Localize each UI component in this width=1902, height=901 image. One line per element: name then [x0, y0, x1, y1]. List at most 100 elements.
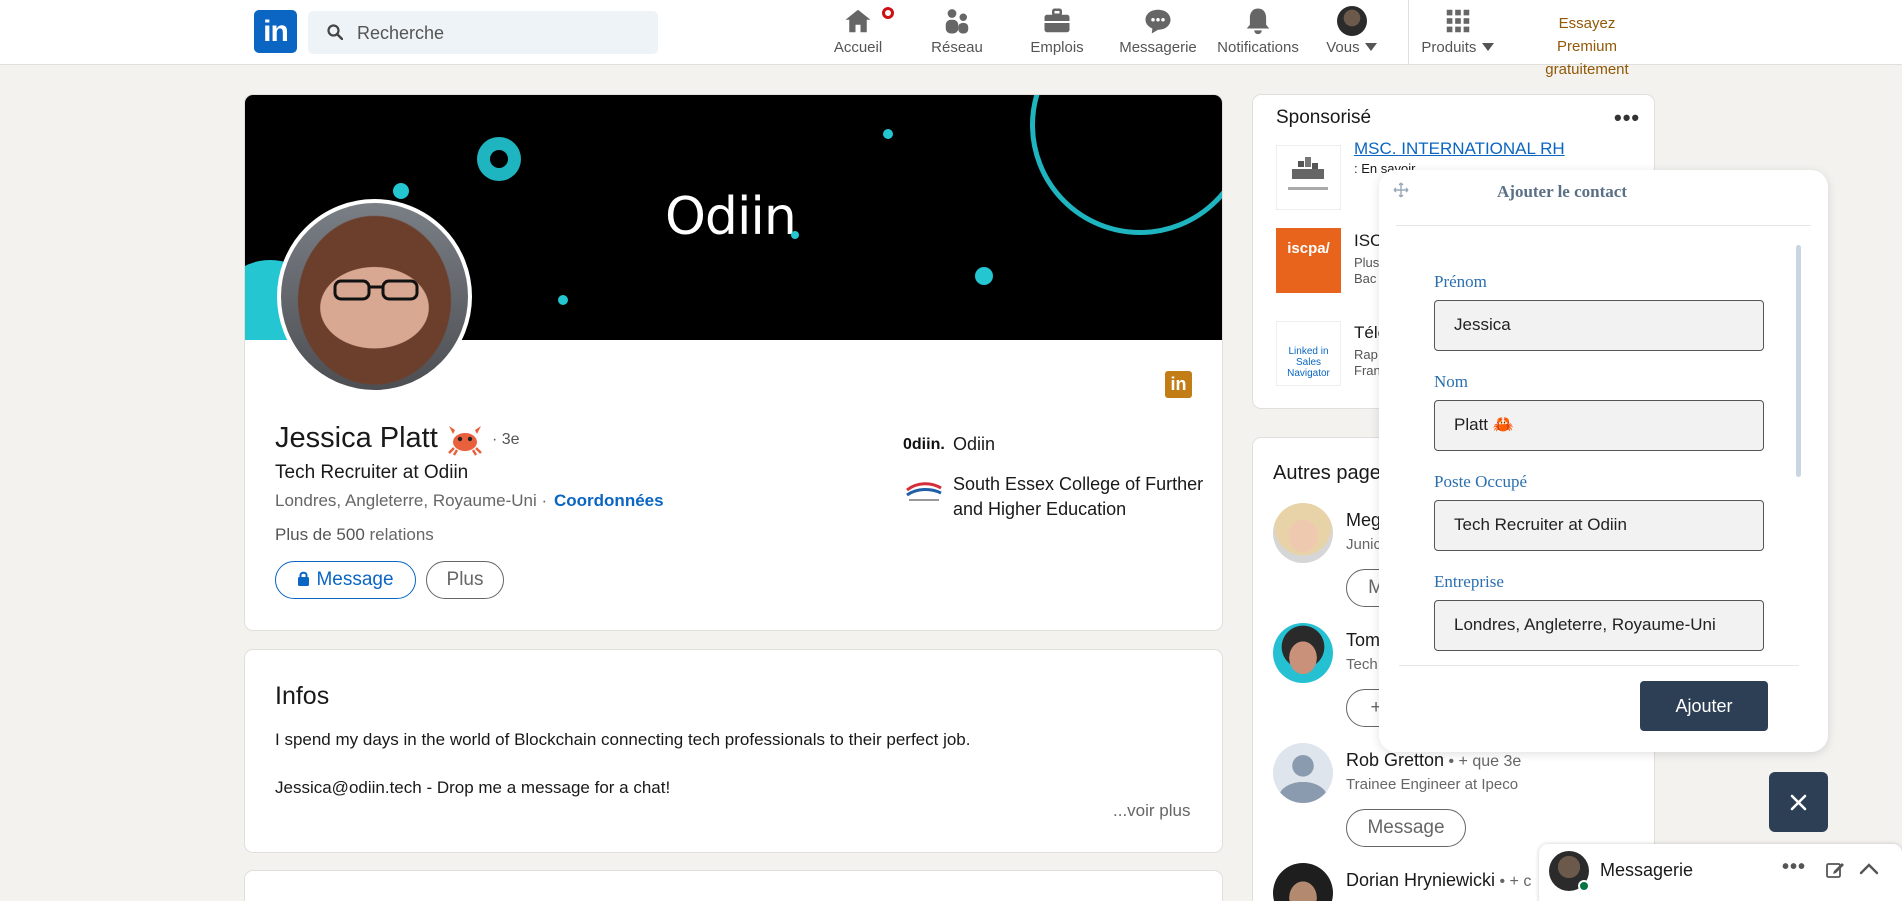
nav-item-me[interactable]: Vous	[1322, 6, 1382, 60]
avatar	[1337, 6, 1367, 36]
linkedin-badge-icon[interactable]: in	[1165, 371, 1192, 398]
company-field[interactable]: Londres, Angleterre, Royaume-Uni	[1434, 600, 1764, 651]
last-name-label: Nom	[1434, 372, 1468, 391]
modal-scrollbar[interactable]	[1796, 245, 1801, 477]
close-icon	[1790, 794, 1807, 811]
first-name-label: Prénom	[1434, 272, 1487, 291]
ad-logo-iscpa-text: iscpa/	[1287, 240, 1330, 257]
more-options-icon[interactable]: •••	[1614, 105, 1640, 131]
add-contact-button[interactable]: Ajouter	[1640, 681, 1768, 731]
nav-item-home[interactable]: Accueil	[828, 5, 896, 60]
connection-degree: · 3e	[492, 431, 520, 448]
message-button-label: Message	[316, 569, 394, 590]
school-logo	[906, 482, 942, 501]
nav-label-notifications: Notifications	[1217, 39, 1299, 56]
premium-line-2: gratuitement	[1545, 61, 1629, 78]
person-name[interactable]: Tom	[1346, 630, 1380, 651]
person-photo-placeholder[interactable]	[1273, 743, 1333, 803]
sponsored-title: Sponsorisé	[1276, 107, 1372, 128]
ad-logo-msc[interactable]	[1276, 145, 1341, 210]
job-title-field[interactable]: Tech Recruiter at Odiin	[1434, 500, 1764, 551]
people-also-viewed-title: Autres page	[1273, 462, 1381, 484]
search-icon	[327, 24, 343, 40]
about-title: Infos	[275, 682, 330, 710]
message-button[interactable]: Message	[275, 561, 416, 599]
contact-info-link[interactable]: Coordonnées	[554, 491, 664, 511]
briefcase-icon	[1044, 8, 1070, 33]
nav-label-products: Produits	[1421, 39, 1477, 56]
person-name-wrap[interactable]: Dorian Hryniewicki • + c	[1346, 870, 1531, 891]
profile-headline: Tech Recruiter at Odiin	[275, 462, 469, 483]
more-options-icon[interactable]: •••	[1782, 856, 1806, 879]
nav-label-home: Accueil	[833, 39, 883, 56]
add-contact-modal: Ajouter le contact Prénom Jessica Nom Pl…	[1379, 170, 1828, 752]
see-more-link[interactable]: ...voir plus	[1113, 801, 1190, 821]
nav-label-products-wrap: Produits	[1418, 39, 1498, 56]
person-name[interactable]: Meg	[1346, 510, 1381, 531]
crab-emoji-icon	[448, 426, 482, 456]
ad-subtitle-3b: Fran	[1354, 363, 1381, 378]
more-button[interactable]: Plus	[426, 561, 504, 599]
school-name[interactable]: South Essex College of Further and Highe…	[953, 472, 1213, 522]
close-button[interactable]	[1769, 772, 1828, 832]
nav-item-messaging[interactable]: Messagerie	[1117, 6, 1199, 60]
messaging-dock-label: Messagerie	[1600, 860, 1694, 880]
company-label: Entreprise	[1434, 572, 1504, 591]
person-name-wrap[interactable]: Rob Gretton • + que 3e	[1346, 750, 1521, 771]
banner-dot-decoration	[490, 150, 508, 168]
relations-count-label: relations	[364, 525, 434, 544]
banner-brand-text: Odiin	[665, 187, 797, 247]
ad-logo-iscpa[interactable]: iscpa/	[1276, 228, 1341, 293]
person-subtitle: Tech	[1346, 656, 1378, 673]
modal-footer-divider	[1399, 665, 1799, 666]
company-logo: 0diin.	[903, 436, 945, 453]
messaging-dock[interactable]: Messagerie •••	[1539, 844, 1902, 901]
linkedin-logo[interactable]: in	[254, 10, 297, 53]
nav-item-network[interactable]: Réseau	[927, 6, 987, 60]
caret-down-icon	[1364, 43, 1377, 51]
banner-dot-decoration	[558, 295, 568, 305]
person-photo[interactable]	[1273, 623, 1333, 683]
home-icon	[845, 9, 871, 33]
banner-ring-decoration	[1030, 95, 1222, 235]
chevron-up-icon[interactable]	[1859, 862, 1879, 876]
nav-label-me-wrap: Vous	[1322, 39, 1382, 56]
next-section-card	[244, 870, 1223, 901]
banner-dot-decoration	[791, 231, 799, 239]
ad-subtitle-3a: Rap	[1354, 347, 1378, 362]
nav-item-jobs[interactable]: Emplois	[1027, 6, 1087, 60]
profile-name: Jessica Platt	[275, 422, 438, 454]
nav-item-products[interactable]: Produits	[1418, 6, 1498, 60]
relations-count-number: Plus de 500	[275, 525, 365, 544]
first-name-field[interactable]: Jessica	[1434, 300, 1764, 351]
person-message-button[interactable]: Message	[1346, 809, 1466, 847]
search-input[interactable]: Recherche	[308, 11, 658, 54]
top-navigation-bar: in Recherche Accueil Réseau Emplois Mess…	[0, 0, 1902, 78]
premium-trial-link[interactable]: Essayez Premium gratuitement	[1528, 12, 1646, 81]
last-name-field[interactable]: Platt 🦀	[1434, 400, 1764, 451]
nav-label-me: Vous	[1326, 39, 1360, 56]
profile-photo[interactable]	[277, 199, 472, 394]
banner-dot-decoration	[883, 129, 893, 139]
nav-label-network: Réseau	[931, 39, 983, 56]
compose-icon[interactable]	[1825, 860, 1845, 880]
person-photo[interactable]	[1273, 863, 1333, 901]
notification-badge	[880, 5, 896, 21]
relations-count[interactable]: Plus de 500 relations	[275, 525, 434, 545]
ad-logo-sales-navigator[interactable]: Linked in Sales Navigator	[1276, 321, 1341, 386]
nav-item-notifications[interactable]: Notifications	[1214, 6, 1302, 60]
network-icon	[945, 9, 969, 34]
person-degree: • + c	[1495, 873, 1532, 890]
about-card: Infos I spend my days in the world of Bl…	[244, 649, 1223, 853]
person-name: Rob Gretton	[1346, 750, 1445, 770]
person-subtitle: Junic	[1346, 536, 1382, 553]
ad-title-msc[interactable]: MSC. INTERNATIONAL RH	[1354, 139, 1565, 159]
person-degree: • + que 3e	[1444, 753, 1522, 770]
modal-title: Ajouter le contact	[1497, 182, 1627, 201]
person-photo[interactable]	[1273, 503, 1333, 563]
profile-location: Londres, Angleterre, Royaume-Uni ·	[275, 491, 548, 510]
person-name: Dorian Hryniewicki	[1346, 870, 1496, 890]
about-text-line-1: I spend my days in the world of Blockcha…	[275, 730, 971, 749]
grid-icon	[1446, 9, 1470, 33]
search-placeholder: Recherche	[357, 23, 445, 43]
